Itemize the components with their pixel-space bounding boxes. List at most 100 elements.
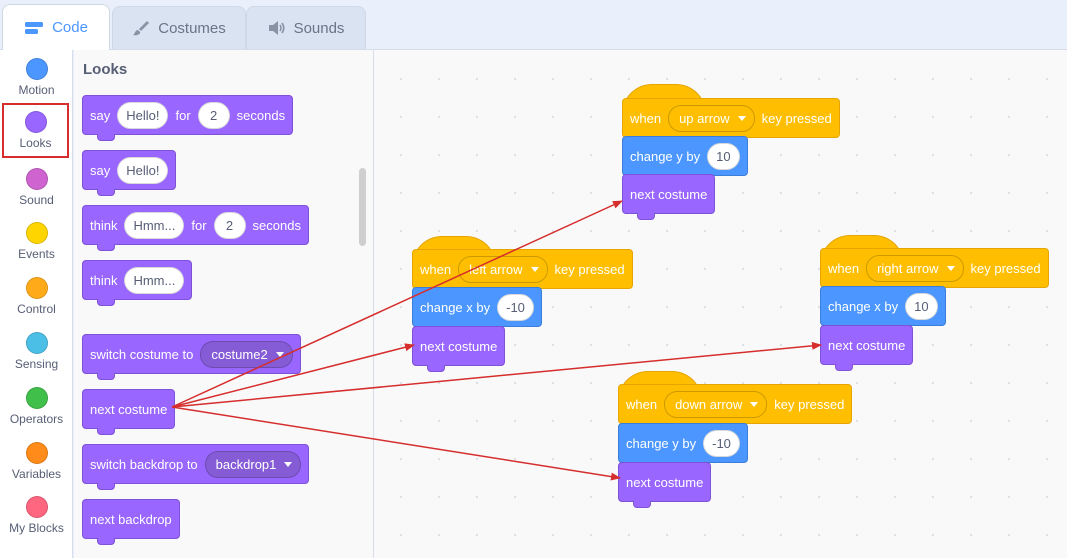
next-costume-block[interactable]: next costume bbox=[412, 326, 506, 372]
caret-down-icon bbox=[275, 351, 284, 357]
category-looks[interactable]: Looks bbox=[2, 103, 69, 158]
dropdown-value: down arrow bbox=[675, 396, 743, 412]
block-text: next backdrop bbox=[90, 511, 172, 527]
palette-scrollbar[interactable] bbox=[359, 168, 366, 246]
next-costume-block[interactable]: next costume bbox=[618, 462, 712, 508]
tab-sounds[interactable]: Sounds bbox=[246, 6, 366, 49]
message-input[interactable]: Hmm... bbox=[124, 211, 185, 239]
next-backdrop-block[interactable]: next backdrop bbox=[82, 499, 180, 545]
block-text: next costume bbox=[420, 338, 498, 354]
category-label: Control bbox=[17, 302, 56, 316]
caret-down-icon bbox=[737, 115, 746, 121]
costume-dropdown[interactable]: costume2 bbox=[200, 340, 293, 368]
dropdown-value: right arrow bbox=[877, 260, 939, 276]
category-my-blocks[interactable]: My Blocks bbox=[0, 488, 73, 543]
category-menu: Motion Looks Sound Events Control Sensin… bbox=[0, 49, 73, 558]
block-text: next costume bbox=[630, 186, 708, 202]
brush-icon bbox=[132, 19, 150, 37]
change-x-block[interactable]: change x by -10 bbox=[412, 287, 542, 333]
next-costume-block[interactable]: next costume bbox=[82, 389, 176, 435]
key-dropdown[interactable]: down arrow bbox=[664, 390, 768, 418]
block-notch bbox=[427, 365, 445, 372]
category-label: Looks bbox=[19, 136, 52, 150]
category-sound[interactable]: Sound bbox=[0, 160, 73, 215]
tab-code[interactable]: Code bbox=[2, 4, 110, 50]
category-motion[interactable]: Motion bbox=[0, 50, 73, 105]
category-label: Motion bbox=[18, 83, 55, 97]
block-notch bbox=[97, 428, 115, 435]
switch-backdrop-block[interactable]: switch backdrop to backdrop1 bbox=[82, 444, 310, 490]
dropdown-value: left arrow bbox=[469, 261, 523, 277]
block-text: key pressed bbox=[774, 396, 845, 412]
caret-down-icon bbox=[750, 401, 759, 407]
number-input[interactable]: 10 bbox=[707, 142, 740, 170]
switch-costume-block[interactable]: switch costume to costume2 bbox=[82, 334, 301, 380]
change-y-block[interactable]: change y by -10 bbox=[618, 423, 748, 469]
category-events[interactable]: Events bbox=[0, 214, 73, 269]
editor-tabs: Code Costumes Sounds bbox=[0, 0, 1067, 50]
block-notch bbox=[97, 483, 115, 490]
number-input[interactable]: 10 bbox=[905, 292, 938, 320]
block-text: switch costume to bbox=[90, 346, 194, 362]
caret-down-icon bbox=[946, 265, 955, 271]
number-input[interactable]: -10 bbox=[497, 293, 534, 321]
category-label: Sound bbox=[19, 193, 54, 207]
message-input[interactable]: Hello! bbox=[117, 101, 169, 129]
think-block[interactable]: think Hmm... bbox=[82, 260, 193, 306]
block-text: when bbox=[828, 260, 860, 276]
block-text: when bbox=[630, 110, 662, 126]
motion-category-icon bbox=[25, 58, 48, 80]
next-costume-block[interactable]: next costume bbox=[820, 325, 914, 371]
when-key-pressed-block[interactable]: when left arrow key pressed bbox=[412, 249, 633, 295]
block-text: think bbox=[90, 272, 118, 288]
script-area[interactable]: when up arrow key pressed change y by 10… bbox=[374, 49, 1067, 558]
events-category-icon bbox=[25, 222, 48, 244]
key-dropdown[interactable]: up arrow bbox=[668, 104, 755, 132]
category-sensing[interactable]: Sensing bbox=[0, 324, 73, 379]
say-block[interactable]: say Hello! bbox=[82, 150, 177, 196]
next-costume-block[interactable]: next costume bbox=[622, 174, 716, 220]
block-notch bbox=[637, 213, 655, 220]
sensing-category-icon bbox=[25, 332, 48, 354]
when-key-pressed-block[interactable]: when up arrow key pressed bbox=[622, 98, 840, 144]
category-label: Operators bbox=[9, 412, 64, 426]
tab-costumes[interactable]: Costumes bbox=[112, 6, 246, 49]
block-text: when bbox=[626, 396, 658, 412]
block-text: change x by bbox=[828, 298, 899, 314]
backdrop-dropdown[interactable]: backdrop1 bbox=[204, 450, 302, 478]
control-category-icon bbox=[25, 277, 48, 299]
key-dropdown[interactable]: left arrow bbox=[458, 255, 548, 283]
block-text: seconds bbox=[236, 107, 286, 123]
palette-section-title: Looks bbox=[83, 61, 128, 78]
caret-down-icon bbox=[530, 266, 539, 272]
block-text: say bbox=[90, 107, 111, 123]
block-text: change x by bbox=[420, 299, 491, 315]
when-key-pressed-block[interactable]: when right arrow key pressed bbox=[820, 248, 1049, 294]
think-for-seconds-block[interactable]: think Hmm... for 2 seconds bbox=[82, 205, 309, 251]
message-input[interactable]: Hmm... bbox=[124, 266, 185, 294]
say-for-seconds-block[interactable]: say Hello! for 2 seconds bbox=[82, 95, 294, 141]
category-label: Events bbox=[18, 247, 55, 261]
seconds-input[interactable]: 2 bbox=[213, 211, 246, 239]
block-text: say bbox=[90, 162, 111, 178]
block-notch bbox=[97, 538, 115, 545]
when-key-pressed-block[interactable]: when down arrow key pressed bbox=[618, 384, 853, 430]
category-operators[interactable]: Operators bbox=[0, 379, 73, 434]
block-text: when bbox=[420, 261, 452, 277]
operators-category-icon bbox=[25, 387, 48, 409]
block-text: key pressed bbox=[970, 260, 1041, 276]
change-y-block[interactable]: change y by 10 bbox=[622, 136, 748, 182]
category-control[interactable]: Control bbox=[0, 269, 73, 324]
message-input[interactable]: Hello! bbox=[117, 156, 169, 184]
variables-category-icon bbox=[25, 442, 48, 464]
block-notch bbox=[835, 364, 853, 371]
block-text: change y by bbox=[626, 435, 697, 451]
seconds-input[interactable]: 2 bbox=[197, 101, 230, 129]
key-dropdown[interactable]: right arrow bbox=[866, 254, 964, 282]
looks-category-icon bbox=[24, 111, 47, 133]
number-input[interactable]: -10 bbox=[703, 429, 740, 457]
category-variables[interactable]: Variables bbox=[0, 434, 73, 489]
tab-label: Code bbox=[52, 19, 88, 36]
change-x-block[interactable]: change x by 10 bbox=[820, 286, 946, 332]
block-notch bbox=[97, 373, 115, 380]
